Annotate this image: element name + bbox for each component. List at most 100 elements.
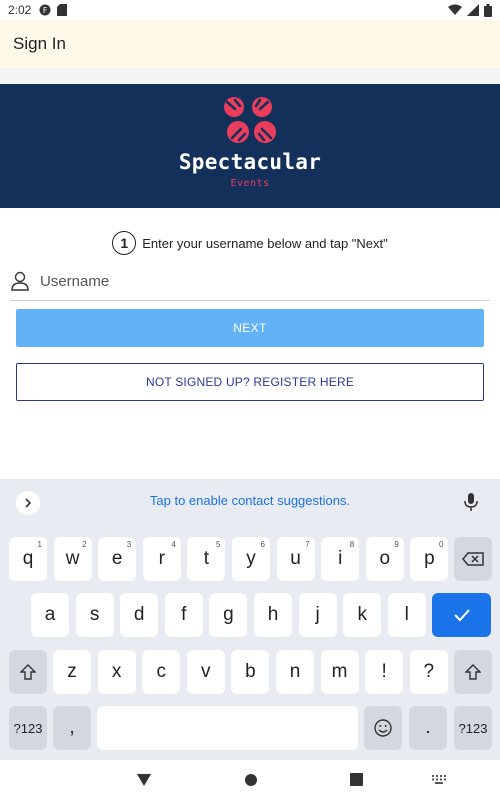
key-hint: 1 xyxy=(37,540,42,549)
register-button[interactable]: NOT SIGNED UP? REGISTER HERE xyxy=(16,363,484,401)
step-instruction: 1 Enter your username below and tap "Nex… xyxy=(0,230,500,256)
key-hint: 3 xyxy=(126,540,132,549)
key-g[interactable]: g xyxy=(209,593,248,637)
key-q[interactable]: q1 xyxy=(9,537,47,581)
key-label: u xyxy=(290,548,301,569)
key-hint: 6 xyxy=(260,540,265,549)
enter-key[interactable] xyxy=(432,593,491,637)
shift-icon xyxy=(465,664,481,680)
symbols-key[interactable]: ?123 xyxy=(9,706,47,750)
navigation-bar xyxy=(0,760,500,800)
key-label: l xyxy=(404,604,409,625)
symbols-key-right[interactable]: ?123 xyxy=(454,706,492,750)
key-label: k xyxy=(357,604,367,625)
key-n[interactable]: n xyxy=(276,650,314,694)
key-hint: 4 xyxy=(171,540,176,549)
key-t[interactable]: t5 xyxy=(187,537,226,581)
step-number-badge: 1 xyxy=(112,231,137,255)
username-underline xyxy=(10,300,490,301)
key-a[interactable]: a xyxy=(31,593,69,637)
brand-tagline: Events xyxy=(230,178,270,189)
person-icon xyxy=(11,271,29,291)
sd-card-icon xyxy=(57,4,68,16)
key-i[interactable]: i8 xyxy=(321,537,360,581)
key-label: j xyxy=(315,604,320,625)
key-![interactable]: ! xyxy=(365,650,404,694)
key-d[interactable]: d xyxy=(120,593,159,637)
key-label: a xyxy=(44,604,56,625)
key-v[interactable]: v xyxy=(186,650,225,694)
app-notification-icon: F xyxy=(39,4,51,16)
brand-name: Spectacular xyxy=(178,150,322,174)
key-z[interactable]: z xyxy=(53,650,91,694)
back-icon[interactable] xyxy=(137,773,151,787)
key-?[interactable]: ? xyxy=(409,650,448,694)
contact-suggestions-prompt[interactable]: Tap to enable contact suggestions. xyxy=(0,493,500,508)
key-o[interactable]: o9 xyxy=(365,537,404,581)
key-label: ! xyxy=(381,661,387,682)
key-hint: 7 xyxy=(305,540,310,549)
key-s[interactable]: s xyxy=(75,593,114,637)
logo-icon xyxy=(224,97,276,143)
key-label: x xyxy=(111,661,122,682)
shift-key-right[interactable] xyxy=(454,650,492,694)
key-label: e xyxy=(111,548,123,569)
key-j[interactable]: j xyxy=(298,593,337,637)
key-hint: 9 xyxy=(394,540,399,549)
svg-text:F: F xyxy=(43,6,48,15)
key-c[interactable]: c xyxy=(142,650,181,694)
key-label: p xyxy=(424,548,435,569)
sign-in-screen: 2:02 F Sign In Spectacular Events 1 Ente… xyxy=(0,0,500,800)
key-p[interactable]: p0 xyxy=(410,537,449,581)
key-label: z xyxy=(67,661,77,682)
next-button[interactable]: NEXT xyxy=(16,309,484,347)
key-b[interactable]: b xyxy=(231,650,270,694)
key-f[interactable]: f xyxy=(164,593,203,637)
key-label: n xyxy=(289,661,301,682)
key-e[interactable]: e3 xyxy=(98,537,137,581)
key-label: i xyxy=(338,548,343,569)
shift-key-left[interactable] xyxy=(9,650,47,694)
key-label: w xyxy=(65,548,80,569)
key-m[interactable]: m xyxy=(320,650,359,694)
key-l[interactable]: l xyxy=(387,593,426,637)
wifi-icon xyxy=(448,4,462,15)
key-label: s xyxy=(89,604,100,625)
key-label: d xyxy=(133,604,145,625)
space-key[interactable] xyxy=(97,706,358,750)
status-bar: 2:02 F xyxy=(0,0,500,20)
key-r[interactable]: r4 xyxy=(142,537,181,581)
key-x[interactable]: x xyxy=(97,650,136,694)
username-input[interactable] xyxy=(40,266,460,296)
key-k[interactable]: k xyxy=(343,593,382,637)
backspace-key[interactable] xyxy=(454,537,492,581)
period-key[interactable]: . xyxy=(409,706,447,750)
chevron-right-icon[interactable] xyxy=(16,491,40,515)
key-label: r xyxy=(158,548,165,569)
key-w[interactable]: w2 xyxy=(53,537,92,581)
key-hint: 0 xyxy=(438,540,444,549)
key-hint: 5 xyxy=(215,540,221,549)
page-title: Sign In xyxy=(13,34,66,53)
keyboard-switch-icon[interactable] xyxy=(432,775,446,784)
home-icon[interactable] xyxy=(244,773,258,787)
key-hint: 8 xyxy=(349,540,355,549)
key-label: q xyxy=(22,548,34,569)
key-u[interactable]: u7 xyxy=(276,537,315,581)
username-field[interactable] xyxy=(0,262,500,300)
app-bar: Sign In xyxy=(0,20,500,68)
divider xyxy=(0,68,500,84)
status-time: 2:02 xyxy=(8,3,32,17)
battery-icon xyxy=(484,3,492,17)
backspace-icon xyxy=(462,552,484,566)
on-screen-keyboard: Tap to enable contact suggestions. ?123 xyxy=(0,479,500,760)
comma-key[interactable]: , xyxy=(53,706,91,750)
suggestion-bar: Tap to enable contact suggestions. xyxy=(0,479,500,525)
key-h[interactable]: h xyxy=(254,593,292,637)
key-y[interactable]: y6 xyxy=(232,537,270,581)
recents-icon[interactable] xyxy=(350,773,363,786)
key-label: v xyxy=(201,661,211,682)
emoji-key[interactable] xyxy=(364,706,402,750)
microphone-icon[interactable] xyxy=(464,492,478,517)
key-label: ? xyxy=(423,661,435,682)
